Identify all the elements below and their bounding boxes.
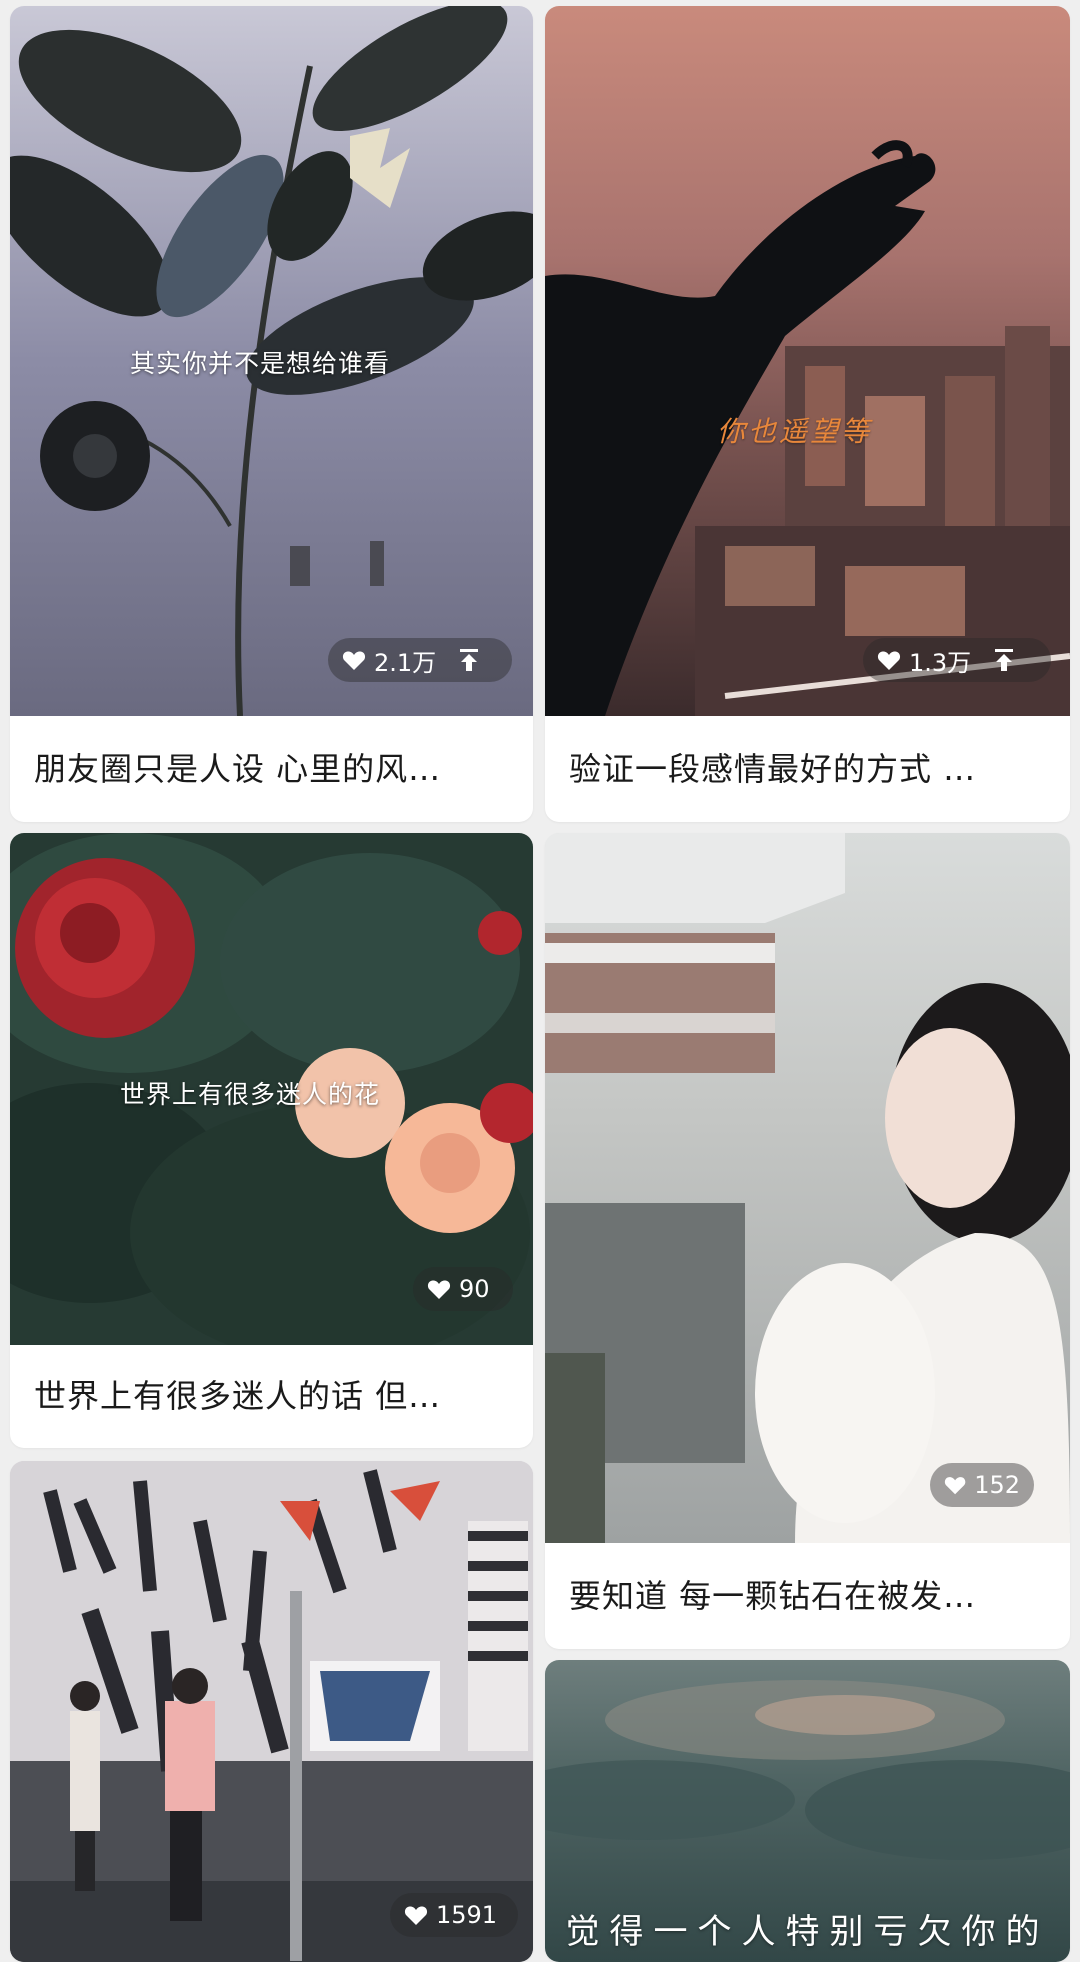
like-count-badge: 2.1万: [328, 638, 512, 682]
heart-icon: [944, 1477, 966, 1495]
video-thumbnail[interactable]: 152: [545, 833, 1070, 1543]
video-caption[interactable]: 验证一段感情最好的方式 …: [569, 744, 1046, 790]
video-overlay-text: 其实你并不是想给谁看: [130, 349, 391, 378]
like-count-badge: 1.3万: [863, 638, 1051, 682]
feed-card[interactable]: 1591: [10, 1461, 533, 1962]
like-count: 152: [974, 1471, 1020, 1499]
video-thumbnail[interactable]: 你也遥望等 1.3万: [545, 6, 1070, 716]
video-thumbnail[interactable]: 世界上有很多迷人的花 90: [10, 833, 533, 1345]
video-overlay-text: 觉得一个人特别亏欠你的: [565, 1912, 1050, 1952]
feed-card[interactable]: 觉得一个人特别亏欠你的: [545, 1660, 1070, 1962]
video-caption[interactable]: 世界上有很多迷人的话 但…: [34, 1371, 509, 1417]
city-sunset-hand-image: [545, 6, 1070, 716]
pin-top-icon: [460, 649, 479, 671]
video-caption[interactable]: 要知道 每一颗钻石在被发…: [569, 1571, 1046, 1617]
like-count: 90: [459, 1275, 490, 1303]
feed-card[interactable]: 152 要知道 每一颗钻石在被发…: [545, 833, 1070, 1649]
like-count-badge: 1591: [390, 1893, 518, 1937]
video-thumbnail[interactable]: 1591: [10, 1461, 533, 1962]
pin-top-icon: [995, 649, 1014, 671]
video-thumbnail[interactable]: 其实你并不是想给谁看 2.1万: [10, 6, 533, 716]
video-overlay-text: 世界上有很多迷人的花: [120, 1080, 381, 1109]
heart-icon: [404, 1906, 428, 1925]
video-overlay-text: 你也遥望等: [717, 415, 873, 448]
like-count: 1591: [436, 1901, 498, 1929]
heart-icon: [877, 651, 901, 670]
video-thumbnail[interactable]: 觉得一个人特别亏欠你的: [545, 1660, 1070, 1962]
snow-portrait-image: [545, 833, 1070, 1543]
video-feed-grid: 其实你并不是想给谁看 2.1万 朋友圈只是人设 心里的风… 你也遥望等 1.3万…: [0, 0, 1080, 1962]
feed-card[interactable]: 其实你并不是想给谁看 2.1万 朋友圈只是人设 心里的风…: [10, 6, 533, 822]
like-count-badge: 90: [413, 1267, 513, 1311]
graffiti-wall-image: [10, 1461, 533, 1962]
feed-card[interactable]: 世界上有很多迷人的花 90 世界上有很多迷人的话 但…: [10, 833, 533, 1448]
like-count: 1.3万: [909, 648, 972, 677]
heart-icon: [427, 1280, 451, 1299]
video-caption[interactable]: 朋友圈只是人设 心里的风…: [34, 744, 509, 790]
like-count: 2.1万: [374, 648, 437, 677]
like-count-badge: 152: [930, 1463, 1034, 1507]
feed-card[interactable]: 你也遥望等 1.3万 验证一段感情最好的方式 …: [545, 6, 1070, 822]
heart-icon: [342, 651, 366, 670]
